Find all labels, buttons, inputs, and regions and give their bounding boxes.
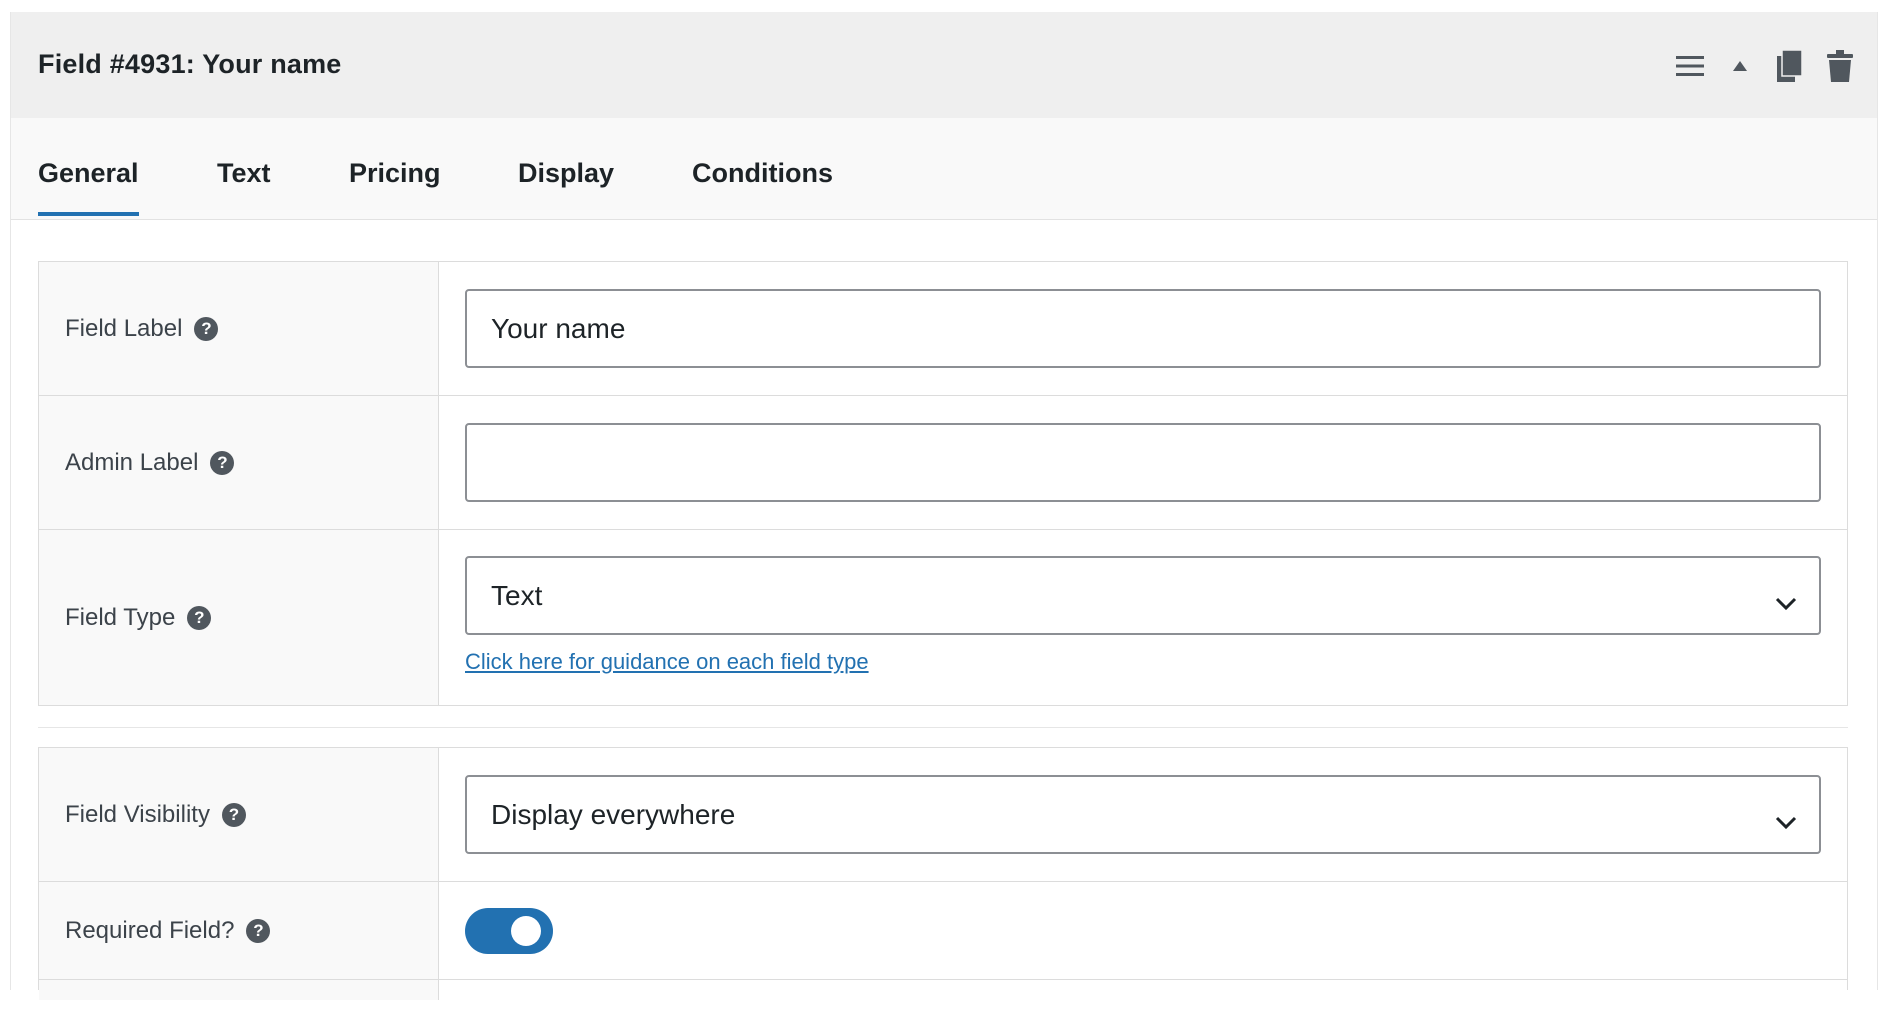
admin-label-value-cell xyxy=(439,396,1847,529)
field-type-selected-value: Text xyxy=(491,579,543,611)
field-label-input[interactable] xyxy=(465,289,1821,368)
toggle-knob xyxy=(511,915,541,946)
field-title: Field #4931: Your name xyxy=(38,49,342,79)
field-type-value-cell: Text Click here for guidance on each fie… xyxy=(439,530,1847,705)
collapse-arrow-icon[interactable] xyxy=(1725,50,1755,82)
required-field-value-cell xyxy=(439,882,1847,979)
trash-icon[interactable] xyxy=(1825,50,1855,82)
help-icon[interactable]: ? xyxy=(187,605,212,630)
field-visibility-row: Field Visibility ? Display everywhere xyxy=(39,748,1847,882)
section-divider xyxy=(38,727,1848,728)
help-icon[interactable]: ? xyxy=(246,918,271,943)
tab-pricing[interactable]: Pricing xyxy=(349,158,441,189)
chevron-down-icon xyxy=(1775,805,1797,837)
required-field-label-cell: Required Field? ? xyxy=(39,882,439,979)
header-actions xyxy=(1675,50,1855,82)
tab-display[interactable]: Display xyxy=(518,158,614,189)
help-icon[interactable]: ? xyxy=(221,802,246,827)
general-settings-table: Field Label ? Admin Label ? Field Type ? xyxy=(38,261,1848,706)
admin-label-label: Admin Label xyxy=(65,448,199,476)
tabs-bar: General Text Pricing Display Conditions xyxy=(11,118,1877,220)
field-type-label-cell: Field Type ? xyxy=(39,530,439,705)
next-row-partial xyxy=(39,980,1847,1000)
visibility-settings-table: Field Visibility ? Display everywhere Re… xyxy=(38,747,1848,1000)
required-field-toggle[interactable] xyxy=(465,907,553,954)
tab-conditions[interactable]: Conditions xyxy=(692,158,833,189)
field-label-label: Field Label xyxy=(65,314,183,342)
field-type-label: Field Type xyxy=(65,603,176,631)
help-icon[interactable]: ? xyxy=(210,450,235,475)
field-label-label-cell: Field Label ? xyxy=(39,262,439,395)
tab-text[interactable]: Text xyxy=(217,158,271,189)
field-label-value-cell xyxy=(439,262,1847,395)
field-type-row: Field Type ? Text Click here for guidanc… xyxy=(39,530,1847,705)
field-header: Field #4931: Your name xyxy=(11,12,1877,118)
admin-label-label-cell: Admin Label ? xyxy=(39,396,439,529)
field-visibility-selected-value: Display everywhere xyxy=(491,798,736,830)
duplicate-icon[interactable] xyxy=(1775,50,1805,82)
field-visibility-value-cell: Display everywhere xyxy=(439,748,1847,881)
next-row-value-cell xyxy=(439,980,1847,1032)
required-field-label: Required Field? xyxy=(65,916,235,944)
menu-icon[interactable] xyxy=(1675,50,1705,82)
next-row-label-cell xyxy=(39,980,439,1000)
field-visibility-label: Field Visibility xyxy=(65,800,210,828)
help-icon[interactable]: ? xyxy=(194,316,219,341)
admin-label-row: Admin Label ? xyxy=(39,396,1847,530)
field-visibility-select[interactable]: Display everywhere xyxy=(465,775,1821,854)
field-label-row: Field Label ? xyxy=(39,262,1847,396)
admin-label-input[interactable] xyxy=(465,423,1821,502)
field-type-select[interactable]: Text xyxy=(465,556,1821,635)
chevron-down-icon xyxy=(1775,586,1797,618)
field-type-guidance-link[interactable]: Click here for guidance on each field ty… xyxy=(465,649,869,675)
field-visibility-label-cell: Field Visibility ? xyxy=(39,748,439,881)
required-field-row: Required Field? ? xyxy=(39,882,1847,980)
tab-general[interactable]: General xyxy=(38,158,139,216)
field-panel: Field #4931: Your name General Text Pric… xyxy=(10,12,1878,1000)
